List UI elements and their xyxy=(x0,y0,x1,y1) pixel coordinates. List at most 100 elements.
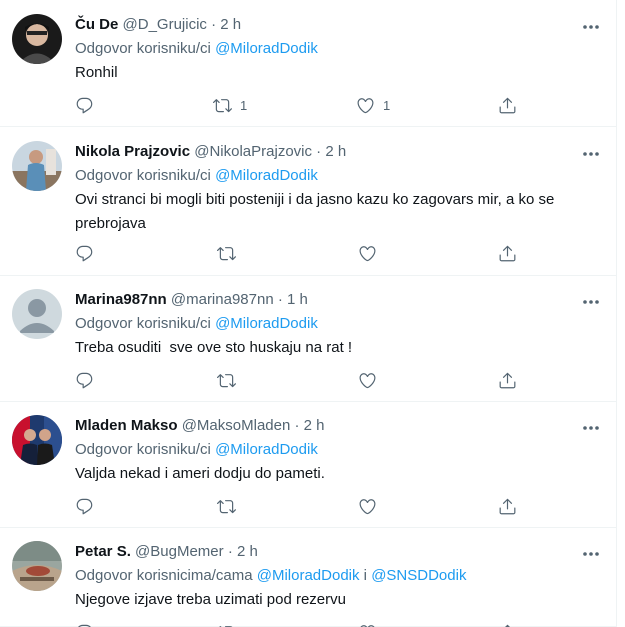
like-count: 1 xyxy=(383,97,391,113)
display-name[interactable]: Petar S. xyxy=(75,543,131,560)
retweet-count: 1 xyxy=(240,97,248,113)
share-button[interactable] xyxy=(498,621,517,627)
share-icon xyxy=(504,624,511,627)
display-name[interactable]: Nikola Prajzovic xyxy=(75,143,190,160)
heart-icon xyxy=(360,624,375,627)
tweet[interactable]: Nikola Prajzovic @NikolaPrajzovic · 2 h … xyxy=(0,127,616,276)
retweet-button[interactable] xyxy=(217,369,244,391)
tweet-text: Valjda nekad i ameri dodju do pameti. xyxy=(75,465,325,482)
user-handle[interactable]: @BugMemer xyxy=(135,543,224,560)
tweet[interactable]: Ču De @D_Grujicic · 2 h Odgovor korisnik… xyxy=(0,0,616,127)
timestamp[interactable]: 2 h xyxy=(325,143,346,160)
separator-dot: · xyxy=(316,143,322,160)
tweet-actions xyxy=(75,621,525,627)
tweet-text: Ronhil xyxy=(75,64,118,81)
avatar[interactable] xyxy=(12,14,62,64)
tweet-header: Ču De @D_Grujicic · 2 h xyxy=(75,15,577,35)
share-icon xyxy=(499,245,516,261)
reply-button[interactable] xyxy=(75,242,102,264)
tweet-actions xyxy=(75,369,525,391)
mention-link[interactable]: @MiloradDodik xyxy=(215,315,318,332)
replying-to-prefix: Odgovor korisniku/ci xyxy=(75,167,211,184)
tweet-header: Mladen Makso @MaksoMladen · 2 h xyxy=(75,416,577,436)
like-button[interactable] xyxy=(358,621,385,627)
share-button[interactable] xyxy=(498,94,517,116)
tweet[interactable]: Petar S. @BugMemer · 2 h Odgovor korisni… xyxy=(0,528,616,627)
more-options-button[interactable] xyxy=(579,418,603,438)
separator-dot: · xyxy=(211,16,217,33)
like-button[interactable]: 1 xyxy=(356,94,390,116)
mention-joiner: i xyxy=(363,567,368,584)
like-button[interactable] xyxy=(358,369,385,391)
user-handle[interactable]: @marina987nn xyxy=(171,291,274,308)
reply-icon xyxy=(76,372,93,388)
mention-link[interactable]: @MiloradDodik xyxy=(257,567,360,584)
more-horizontal-icon xyxy=(583,300,599,304)
tweet-header: Nikola Prajzovic @NikolaPrajzovic · 2 h xyxy=(75,142,577,162)
heart-icon xyxy=(359,372,376,388)
reply-icon xyxy=(76,498,93,514)
display-name[interactable]: Marina987nn xyxy=(75,291,167,308)
tweet-header: Marina987nn @marina987nn · 1 h xyxy=(75,290,577,310)
more-horizontal-icon xyxy=(583,552,599,556)
display-name[interactable]: Mladen Makso xyxy=(75,417,178,434)
timestamp[interactable]: 2 h xyxy=(304,417,325,434)
tweet[interactable]: Marina987nn @marina987nn · 1 h Odgovor k… xyxy=(0,276,616,402)
retweet-icon xyxy=(213,98,232,112)
share-button[interactable] xyxy=(498,242,517,264)
share-icon xyxy=(499,97,516,113)
mention-link[interactable]: @SNSDDodik xyxy=(371,567,466,584)
replying-to-prefix: Odgovor korisniku/ci xyxy=(75,441,211,458)
reply-button[interactable] xyxy=(75,621,102,627)
like-button[interactable] xyxy=(358,495,385,517)
retweet-icon xyxy=(217,499,236,513)
share-icon xyxy=(499,372,516,388)
more-options-button[interactable] xyxy=(579,292,603,312)
retweet-icon xyxy=(217,246,236,260)
mention-link[interactable]: @MiloradDodik xyxy=(215,40,318,57)
replying-to: Odgovor korisniku/ci @MiloradDodik xyxy=(75,39,318,59)
tweet-actions xyxy=(75,242,525,264)
user-handle[interactable]: @NikolaPrajzovic xyxy=(194,143,312,160)
user-handle[interactable]: @D_Grujicic xyxy=(123,16,207,33)
timestamp[interactable]: 2 h xyxy=(237,543,258,560)
reply-icon xyxy=(77,624,92,627)
retweet-button[interactable] xyxy=(217,621,244,627)
reply-button[interactable] xyxy=(75,369,102,391)
tweet[interactable]: Mladen Makso @MaksoMladen · 2 h Odgovor … xyxy=(0,402,616,528)
more-options-button[interactable] xyxy=(579,144,603,164)
timestamp[interactable]: 2 h xyxy=(220,16,241,33)
avatar[interactable] xyxy=(12,141,62,191)
mention-link[interactable]: @MiloradDodik xyxy=(215,167,318,184)
retweet-icon xyxy=(218,625,233,627)
retweet-icon xyxy=(217,373,236,387)
replying-to: Odgovor korisniku/ci @MiloradDodik xyxy=(75,314,318,334)
display-name[interactable]: Ču De xyxy=(75,16,118,33)
share-icon xyxy=(499,498,516,514)
reply-button[interactable] xyxy=(75,94,102,116)
retweet-button[interactable] xyxy=(217,495,244,517)
replying-to-prefix: Odgovor korisniku/ci xyxy=(75,315,211,332)
replying-to: Odgovor korisniku/ci @MiloradDodik xyxy=(75,166,318,186)
more-options-button[interactable] xyxy=(579,17,603,37)
tweet-text: Njegove izjave treba uzimati pod rezervu xyxy=(75,591,346,608)
separator-dot: · xyxy=(227,543,233,560)
retweet-button[interactable] xyxy=(217,242,244,264)
avatar[interactable] xyxy=(12,415,62,465)
replying-to: Odgovor korisniku/ci @MiloradDodik xyxy=(75,440,318,460)
timestamp[interactable]: 1 h xyxy=(287,291,308,308)
tweet-text: Ovi stranci bi mogli biti posteniji i da… xyxy=(75,191,555,232)
separator-dot: · xyxy=(294,417,300,434)
user-handle[interactable]: @MaksoMladen xyxy=(182,417,291,434)
more-horizontal-icon xyxy=(583,152,599,156)
share-button[interactable] xyxy=(498,495,517,517)
mention-link[interactable]: @MiloradDodik xyxy=(215,441,318,458)
like-button[interactable] xyxy=(358,242,385,264)
share-button[interactable] xyxy=(498,369,517,391)
retweet-button[interactable]: 1 xyxy=(213,94,247,116)
avatar[interactable] xyxy=(12,541,62,591)
more-options-button[interactable] xyxy=(579,544,603,564)
reply-button[interactable] xyxy=(75,495,102,517)
avatar[interactable] xyxy=(12,289,62,339)
tweet-actions: 1 1 xyxy=(75,94,525,116)
